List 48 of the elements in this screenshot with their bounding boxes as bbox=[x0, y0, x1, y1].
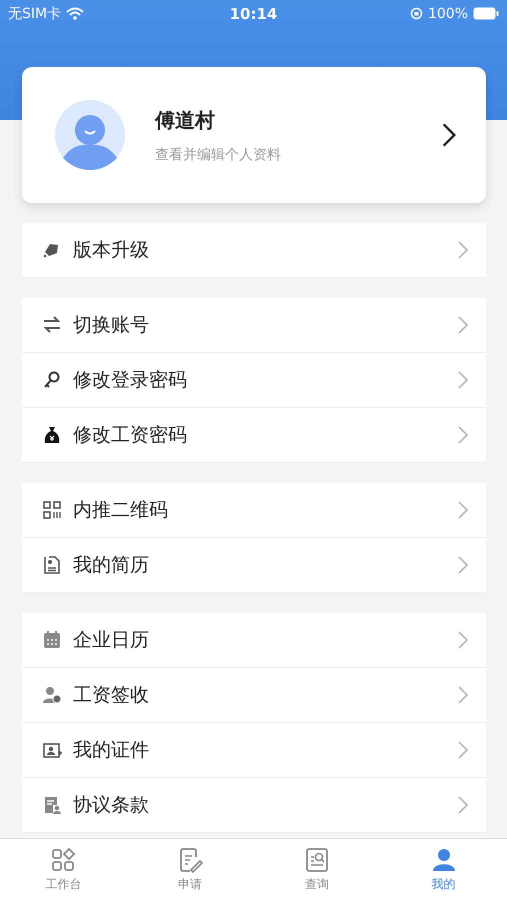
tab-item[interactable]: 申请 bbox=[126, 839, 254, 900]
menu-item[interactable]: 版本升级 bbox=[22, 223, 486, 278]
wifi-icon bbox=[66, 7, 84, 20]
chevron-icon bbox=[442, 123, 456, 147]
grid-icon bbox=[50, 846, 76, 872]
menu-item[interactable]: 工资签收 bbox=[22, 668, 486, 723]
clock-text: 10:14 bbox=[230, 4, 278, 22]
chevron-icon bbox=[458, 796, 468, 814]
chevron-icon bbox=[458, 426, 468, 444]
menu-item[interactable]: 修改工资密码 bbox=[22, 408, 486, 463]
calendar-icon bbox=[42, 630, 62, 650]
moneybag-icon bbox=[42, 425, 62, 445]
profile-subtitle: 查看并编辑个人资料 bbox=[155, 146, 282, 164]
chevron-icon bbox=[458, 371, 468, 389]
qr-icon bbox=[42, 500, 62, 520]
menu-item[interactable]: 内推二维码 bbox=[22, 483, 486, 538]
document-icon bbox=[42, 795, 62, 815]
user-icon bbox=[430, 846, 457, 872]
chevron-icon bbox=[458, 631, 468, 649]
chevron-icon bbox=[458, 241, 468, 259]
swap-icon bbox=[42, 315, 62, 335]
edit-icon bbox=[177, 846, 204, 872]
chevron-icon bbox=[458, 686, 468, 704]
battery-icon bbox=[473, 7, 499, 20]
battery-text: 100% bbox=[428, 6, 468, 22]
tab-item[interactable]: 工作台 bbox=[0, 839, 127, 900]
rotation-lock-icon bbox=[410, 7, 423, 20]
user-name: 傅道村 bbox=[155, 106, 216, 134]
tab-item[interactable]: 我的 bbox=[380, 839, 507, 900]
chevron-icon bbox=[458, 741, 468, 759]
key-icon bbox=[42, 370, 62, 390]
search-icon bbox=[304, 846, 330, 872]
menu-item[interactable]: 我的证件 bbox=[22, 723, 486, 778]
chevron-icon bbox=[458, 501, 468, 519]
idcard-icon bbox=[42, 740, 62, 760]
tab-item[interactable]: 查询 bbox=[254, 839, 380, 900]
profile-card[interactable]: 傅道村 查看并编辑个人资料 bbox=[22, 67, 486, 203]
chevron-icon bbox=[458, 556, 468, 574]
menu-item[interactable]: 修改登录密码 bbox=[22, 353, 486, 408]
chevron-icon bbox=[458, 316, 468, 334]
menu-item[interactable]: 协议条款 bbox=[22, 778, 486, 833]
menu-item[interactable]: 切换账号 bbox=[22, 298, 486, 353]
menu-item[interactable]: 我的简历 bbox=[22, 538, 486, 593]
resume-icon bbox=[42, 555, 62, 575]
person-icon bbox=[42, 685, 62, 705]
avatar-icon bbox=[55, 100, 125, 170]
carrier-text: 无SIM卡 bbox=[8, 4, 62, 22]
menu-item[interactable]: 企业日历 bbox=[22, 613, 486, 668]
